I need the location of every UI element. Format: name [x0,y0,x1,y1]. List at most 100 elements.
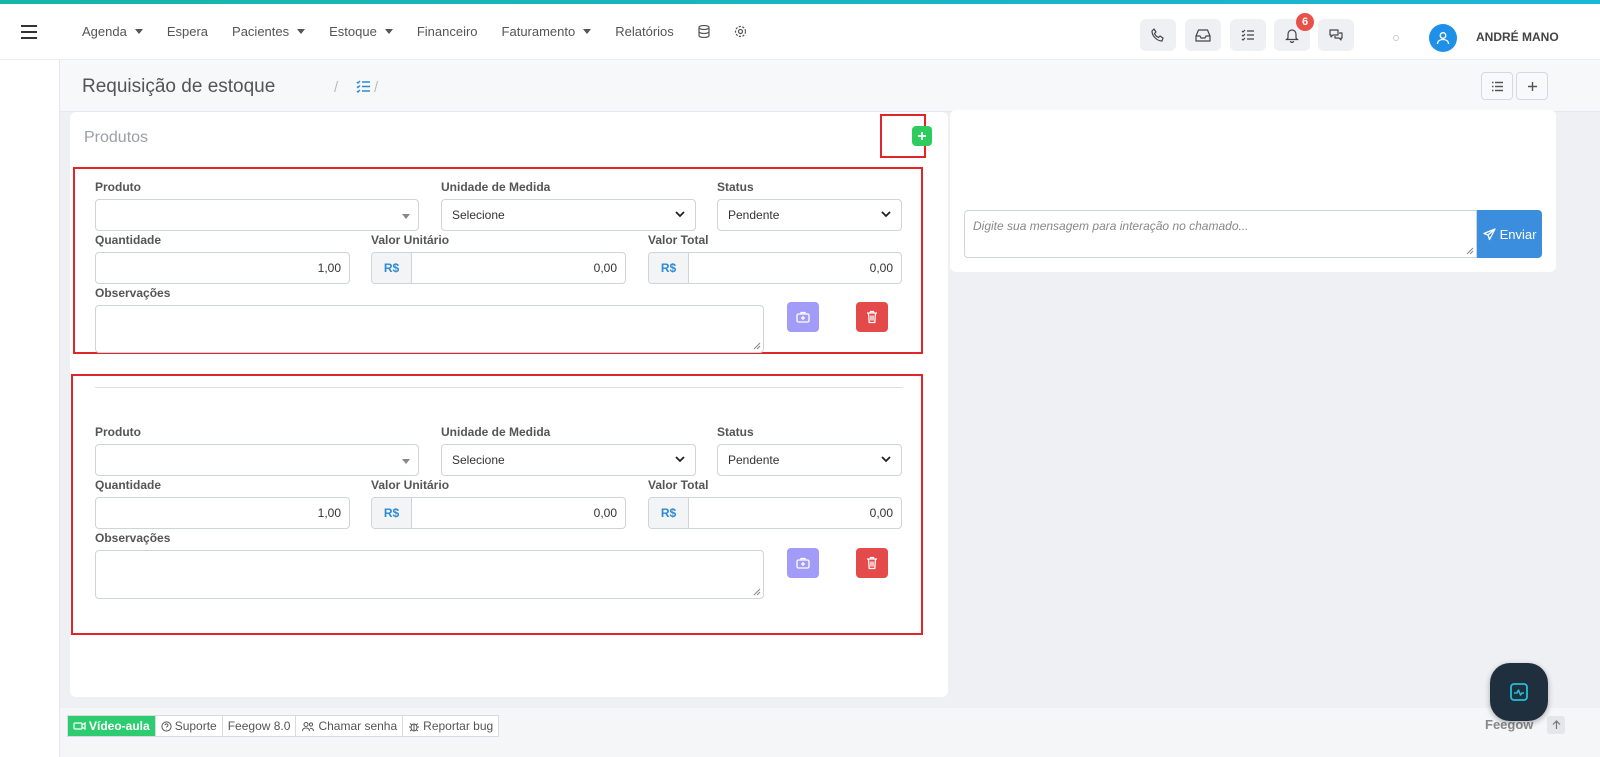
valor-total-label: Valor Total [648,478,709,492]
unidade-label: Unidade de Medida [441,425,551,439]
menu-faturamento[interactable]: Faturamento [502,24,592,39]
trash-icon [867,556,877,570]
quantidade-input[interactable]: 1,00 [95,252,350,284]
quantidade-label: Quantidade [95,233,162,247]
observacoes-textarea[interactable] [95,305,764,353]
message-input[interactable]: Digite sua mensagem para interação no ch… [964,210,1477,258]
delete-item-button[interactable] [856,302,888,332]
main-menu: Agenda Espera Pacientes Estoque Financei… [82,24,747,39]
divider [95,387,903,388]
gear-icon[interactable] [734,25,747,38]
notifications-button[interactable]: 6 [1274,13,1314,51]
valor-total-input[interactable]: R$ 0,00 [648,497,902,529]
unidade-select[interactable]: Selecione [441,444,696,476]
currency-prefix: R$ [649,498,689,528]
menu-espera[interactable]: Espera [167,24,208,39]
support-button[interactable]: Suporte [156,716,223,736]
page-title: Requisição de estoque [82,76,276,97]
caret-down-icon [402,459,410,464]
video-lesson-button[interactable]: Vídeo-aula [68,716,156,736]
observacoes-textarea[interactable] [95,550,764,599]
send-button[interactable]: Enviar [1477,210,1542,258]
first-aid-kit-icon [796,311,810,323]
resize-handle-icon [1466,247,1474,255]
sidebar [0,60,60,757]
phone-button[interactable] [1140,19,1176,51]
currency-prefix: R$ [372,253,412,283]
first-aid-button[interactable] [787,548,819,578]
resize-handle-icon [753,588,761,596]
produto-select[interactable] [95,199,419,231]
page-header: Requisição de estoque / / [60,60,1600,112]
quantidade-input[interactable]: 1,00 [95,497,350,529]
inbox-icon [1195,29,1211,42]
status-select[interactable]: Pendente [717,199,902,231]
delete-item-button[interactable] [856,548,888,578]
quantidade-label: Quantidade [95,478,162,492]
add-product-button[interactable] [912,126,932,146]
plus-icon [1527,81,1537,91]
users-icon [302,721,315,731]
chat-widget-icon [1510,683,1528,701]
tasks-button[interactable] [1230,19,1266,51]
valor-unitario-label: Valor Unitário [371,478,450,492]
version-label: Feegow 8.0 [223,716,297,736]
chevron-down-icon [675,211,685,218]
chat-icon [1329,29,1343,41]
plus-icon [918,132,926,140]
resize-handle-icon [753,342,761,350]
phone-icon [1151,28,1164,42]
report-bug-button[interactable]: Reportar bug [403,716,498,736]
panel-title: Produtos [84,129,149,146]
list-view-button[interactable] [1481,72,1513,100]
observacoes-label: Observações [95,286,171,300]
breadcrumb-separator: / [374,79,379,96]
hamburger-menu-icon[interactable] [20,24,40,40]
video-camera-icon [73,721,86,731]
database-icon[interactable] [698,25,710,38]
menu-financeiro[interactable]: Financeiro [417,24,478,39]
user-name[interactable]: ANDRÉ MANO [1476,30,1559,44]
avatar[interactable] [1429,24,1457,52]
produto-label: Produto [95,180,141,194]
bell-icon [1285,29,1299,43]
menu-estoque[interactable]: Estoque [329,24,393,39]
chat-button[interactable] [1318,19,1354,51]
first-aid-button[interactable] [787,302,819,332]
tasks-icon [1241,29,1254,41]
inbox-button[interactable] [1185,19,1221,51]
chevron-down-icon [881,211,891,218]
bug-icon [409,722,420,731]
status-label: Status [717,425,754,439]
produto-select[interactable] [95,444,419,476]
help-widget-button[interactable] [1490,663,1548,721]
chevron-down-icon [675,456,685,463]
question-circle-icon [161,720,172,732]
scroll-top-button[interactable] [1547,716,1565,734]
menu-agenda[interactable]: Agenda [82,24,143,39]
caret-down-icon [297,29,306,34]
caret-down-icon [583,29,592,34]
status-dot [1393,35,1399,41]
list-check-icon[interactable] [356,80,371,93]
call-ticket-button[interactable]: Chamar senha [296,716,404,736]
breadcrumb-separator: / [334,79,339,96]
footer-toolbar: Vídeo-aula Suporte Feegow 8.0 Chamar sen… [67,715,500,737]
top-navbar: Agenda Espera Pacientes Estoque Financei… [0,4,1600,60]
add-new-button[interactable] [1516,72,1548,100]
currency-prefix: R$ [649,253,689,283]
produto-label: Produto [95,425,141,439]
valor-total-label: Valor Total [648,233,709,247]
status-select[interactable]: Pendente [717,444,902,476]
unidade-select[interactable]: Selecione [441,199,696,231]
valor-unitario-input[interactable]: R$ 0,00 [371,497,626,529]
menu-relatorios[interactable]: Relatórios [615,24,674,39]
caret-down-icon [134,29,143,34]
arrow-up-icon [1552,720,1560,729]
unidade-label: Unidade de Medida [441,180,551,194]
trash-icon [867,310,877,324]
list-icon [1491,81,1503,91]
menu-pacientes[interactable]: Pacientes [232,24,306,39]
valor-unitario-input[interactable]: R$ 0,00 [371,252,626,284]
valor-total-input[interactable]: R$ 0,00 [648,252,902,284]
